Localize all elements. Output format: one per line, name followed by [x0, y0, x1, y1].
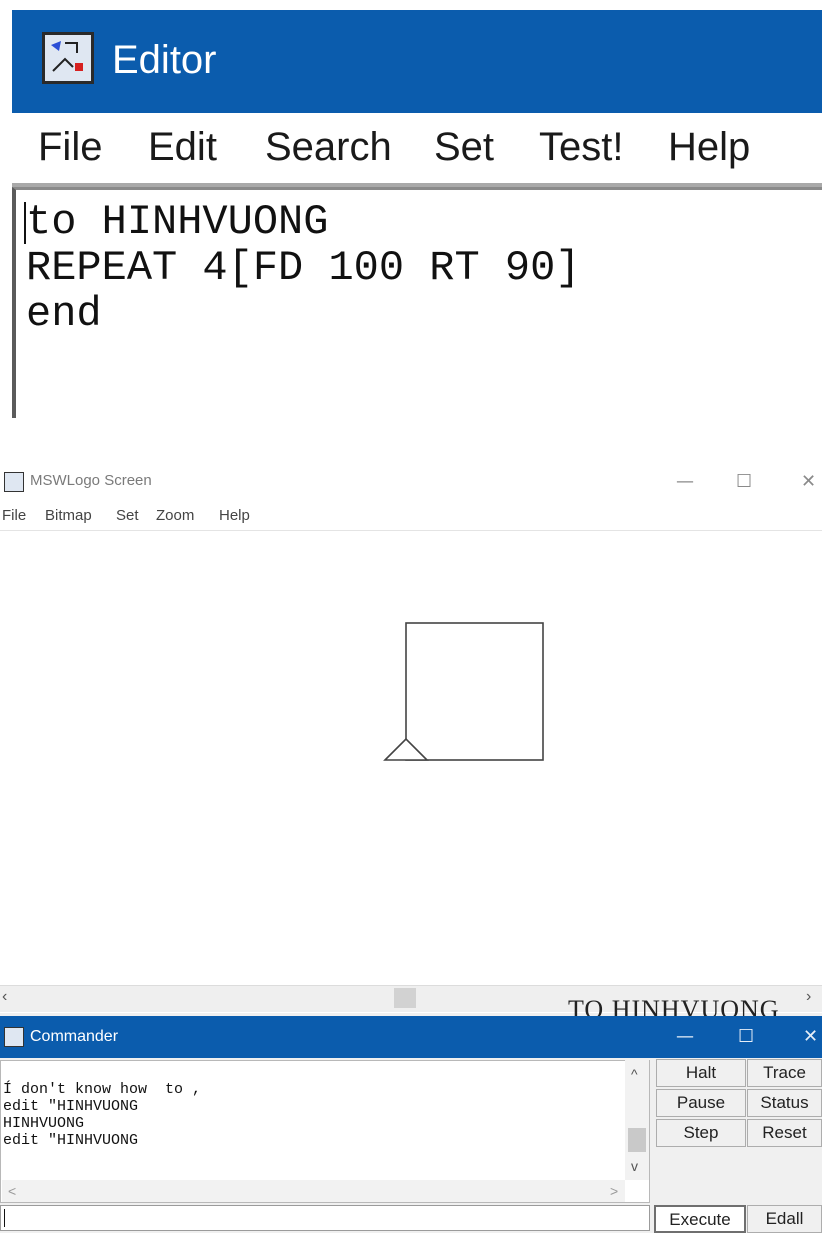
output-vertical-scrollbar[interactable]: ^ v: [625, 1060, 649, 1180]
editor-menu-file[interactable]: File: [38, 125, 102, 170]
minimize-icon[interactable]: —: [676, 471, 694, 492]
close-icon[interactable]: ✕: [803, 1026, 818, 1047]
scroll-left-icon[interactable]: <: [8, 1183, 16, 1199]
editor-titlebar: Editor: [12, 10, 822, 113]
maximize-icon[interactable]: ☐: [738, 1026, 754, 1047]
halt-button[interactable]: Halt: [656, 1059, 746, 1087]
editor-window: Editor File Edit Search Set Test! Help t…: [0, 0, 822, 418]
step-button[interactable]: Step: [656, 1119, 746, 1147]
execute-button[interactable]: Execute: [654, 1205, 746, 1233]
editor-text-area[interactable]: to HINHVUONG REPEAT 4[FD 100 RT 90] end: [12, 187, 822, 418]
editor-menu-test[interactable]: Test!: [539, 125, 623, 170]
drawn-square: [405, 622, 544, 761]
output-line: Í don't know how to ,: [3, 1081, 202, 1098]
code-line: end: [26, 290, 102, 338]
screen-title: MSWLogo Screen: [30, 472, 152, 489]
screen-menu-set[interactable]: Set: [116, 507, 139, 524]
drawing-canvas[interactable]: [0, 530, 822, 986]
commander-title: Commander: [30, 1028, 119, 1045]
command-input[interactable]: [0, 1205, 650, 1231]
editor-menu-help[interactable]: Help: [668, 125, 750, 170]
scroll-right-icon[interactable]: >: [610, 1183, 618, 1199]
commander-window: TO HINHVUONG Commander — ☐ ✕ Í don't kno…: [0, 995, 822, 1233]
screen-menu-help[interactable]: Help: [219, 507, 250, 524]
status-button[interactable]: Status: [747, 1089, 822, 1117]
editor-menu-edit[interactable]: Edit: [148, 125, 217, 170]
code-line: to HINHVUONG: [26, 198, 329, 246]
logo-app-icon: [4, 472, 24, 492]
close-icon[interactable]: ✕: [801, 471, 816, 492]
output-line: HINHVUONG: [3, 1115, 85, 1132]
editor-title: Editor: [112, 38, 217, 82]
mswlogo-screen-window: MSWLogo Screen — ☐ ✕ File Bitmap Set Zoo…: [0, 463, 822, 1013]
minimize-icon[interactable]: —: [676, 1026, 694, 1047]
screen-menu-file[interactable]: File: [2, 507, 26, 524]
logo-app-icon: [42, 32, 94, 84]
logo-app-icon: [4, 1027, 24, 1047]
editor-menubar: File Edit Search Set Test! Help: [12, 113, 822, 187]
editor-menu-set[interactable]: Set: [434, 125, 494, 170]
code-line: REPEAT 4[FD 100 RT 90]: [26, 244, 581, 292]
scrollbar-thumb[interactable]: [628, 1128, 646, 1152]
output-horizontal-scrollbar[interactable]: < >: [2, 1180, 625, 1202]
output-line: edit "HINHVUONG: [3, 1132, 139, 1149]
reset-button[interactable]: Reset: [747, 1119, 822, 1147]
screen-menu-zoom[interactable]: Zoom: [156, 507, 194, 524]
input-cursor: [4, 1209, 5, 1227]
scroll-down-icon[interactable]: v: [631, 1158, 638, 1174]
scrollbar-thumb[interactable]: [394, 988, 416, 1008]
editor-menu-search[interactable]: Search: [265, 125, 392, 170]
trace-button[interactable]: Trace: [747, 1059, 822, 1087]
screen-titlebar: MSWLogo Screen — ☐ ✕: [0, 463, 822, 501]
maximize-icon[interactable]: ☐: [736, 471, 752, 492]
output-line: edit "HINHVUONG: [3, 1098, 139, 1115]
screen-menubar: File Bitmap Set Zoom Help: [0, 503, 822, 529]
screen-menu-bitmap[interactable]: Bitmap: [45, 507, 92, 524]
pause-button[interactable]: Pause: [656, 1089, 746, 1117]
scroll-up-icon[interactable]: ^: [631, 1066, 638, 1082]
turtle-icon: [383, 737, 429, 761]
commander-titlebar: Commander — ☐ ✕: [0, 1016, 822, 1058]
scroll-left-icon[interactable]: ‹: [2, 988, 7, 1006]
editor-left-gutter: [0, 0, 12, 415]
drawing-svg: [383, 622, 544, 761]
edall-button[interactable]: Edall: [747, 1205, 822, 1233]
scroll-right-icon[interactable]: ›: [806, 988, 811, 1006]
